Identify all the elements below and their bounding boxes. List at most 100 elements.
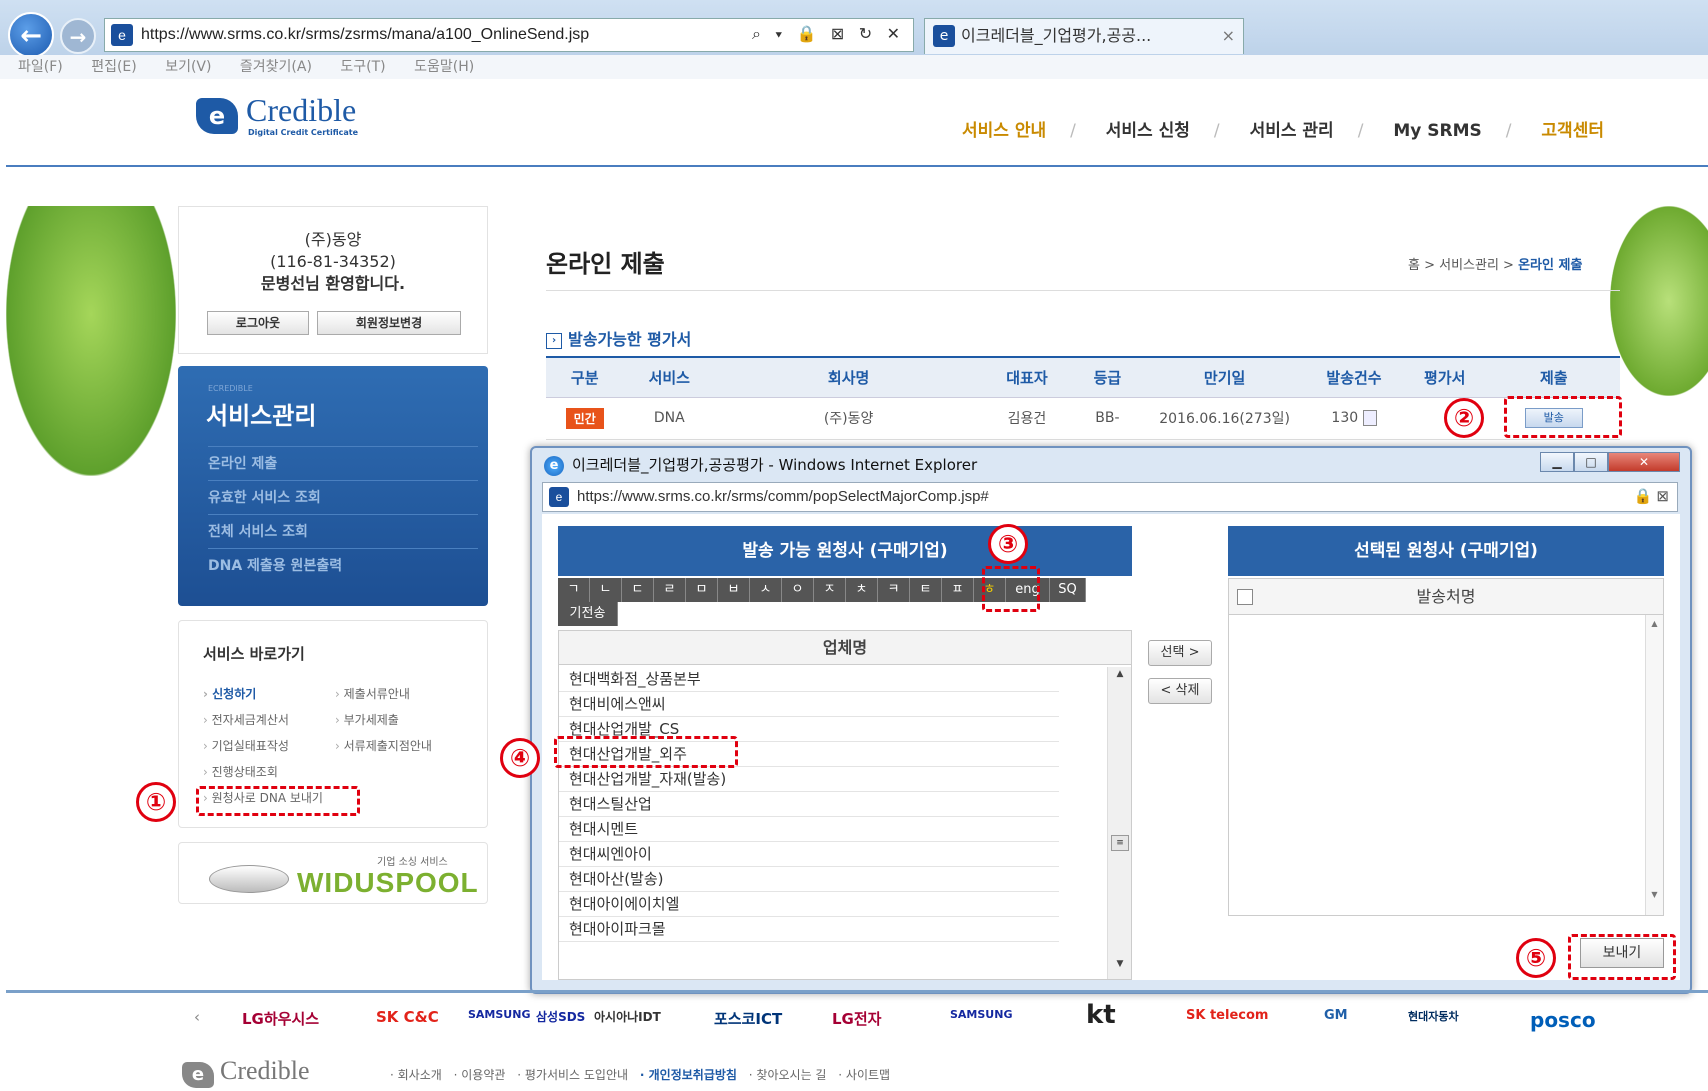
scroll-down-icon[interactable]: ▼ xyxy=(1108,959,1132,977)
filter-t[interactable]: ㅌ xyxy=(910,578,942,602)
minimize-icon[interactable]: ▁ xyxy=(1540,452,1574,472)
partner-logo[interactable]: SK telecom xyxy=(1186,1008,1268,1023)
filter-ch[interactable]: ㅊ xyxy=(846,578,878,602)
partner-logo[interactable]: LG하우시스 xyxy=(242,1008,319,1029)
selected-list: 발송처명 ▲ ▼ xyxy=(1228,578,1664,916)
col-grade: 등급 xyxy=(1071,356,1144,398)
sidebar-item-online-submit[interactable]: 온라인 제출 xyxy=(208,446,478,480)
filter-g[interactable]: ㄱ xyxy=(558,578,590,602)
quick-progress-link[interactable]: 진행상태조회 xyxy=(203,763,278,780)
footer-link-terms[interactable]: · 이용약관 xyxy=(454,1068,506,1082)
filter-k[interactable]: ㅋ xyxy=(878,578,910,602)
step-1-marker: ① xyxy=(136,782,176,822)
popup-window: e 이크레더블_기업평가,공공평가 - Windows Internet Exp… xyxy=(530,446,1692,994)
partner-logo[interactable]: 현대자동차 xyxy=(1408,1008,1459,1024)
list-scrollbar[interactable]: ▲ ≡ ▼ xyxy=(1107,667,1131,979)
list-item[interactable]: 현대시멘트 xyxy=(559,817,1059,842)
address-bar[interactable]: e https://www.srms.co.kr/srms/zsrms/mana… xyxy=(104,18,914,52)
popup-address-bar[interactable]: e https://www.srms.co.kr/srms/comm/popSe… xyxy=(542,482,1678,512)
nav-customer-center[interactable]: 고객센터 xyxy=(1541,121,1604,141)
list-item[interactable]: 현대아이파크몰 xyxy=(559,917,1059,942)
chevron-right-icon: › xyxy=(546,332,562,349)
cell-service: DNA xyxy=(623,397,716,440)
forward-icon[interactable]: → xyxy=(60,18,96,54)
edit-member-button[interactable]: 회원정보변경 xyxy=(317,311,461,335)
footer-link-about[interactable]: · 회사소개 xyxy=(390,1068,442,1082)
back-icon[interactable]: ← xyxy=(8,12,54,58)
address-tools[interactable]: ⌕ ▾ 🔒 ⊠ ↻ ✕ xyxy=(752,19,905,51)
partner-logo[interactable]: SK C&C xyxy=(376,1008,439,1026)
filter-j[interactable]: ㅈ xyxy=(814,578,846,602)
logout-button[interactable]: 로그아웃 xyxy=(207,311,309,335)
partner-logo[interactable]: GM xyxy=(1324,1008,1348,1023)
partner-logo[interactable]: kt xyxy=(1086,1000,1116,1030)
maximize-icon[interactable]: □ xyxy=(1574,452,1608,472)
filter-m[interactable]: ㅁ xyxy=(686,578,718,602)
filter-sent[interactable]: 기전송 xyxy=(558,602,618,626)
footer-link-directions[interactable]: · 찾아오시는 길 xyxy=(749,1068,827,1082)
footer-link-privacy[interactable]: · 개인정보취급방침 xyxy=(640,1068,737,1082)
menu-edit[interactable]: 편집(E) xyxy=(91,59,137,75)
nav-my-srms[interactable]: My SRMS xyxy=(1393,121,1481,141)
partners-prev-icon[interactable]: ‹ xyxy=(194,1008,200,1026)
highlight-send-dna xyxy=(196,786,360,816)
partner-logo[interactable]: SAMSUNG xyxy=(468,1008,530,1021)
partner-logo[interactable]: SAMSUNG xyxy=(950,1008,1012,1021)
sidebar-item-valid-services[interactable]: 유효한 서비스 조회 xyxy=(208,480,478,514)
breadcrumb-path[interactable]: 홈 > 서비스관리 > xyxy=(1408,258,1518,273)
filter-d[interactable]: ㄷ xyxy=(622,578,654,602)
quick-tax-invoice-link[interactable]: 전자세금계산서 xyxy=(203,711,289,728)
popup-favicon-icon: e xyxy=(549,487,569,507)
filter-r[interactable]: ㄹ xyxy=(654,578,686,602)
select-button[interactable]: 선택 > xyxy=(1148,640,1212,666)
document-icon[interactable] xyxy=(1362,410,1377,426)
close-icon[interactable]: ✕ xyxy=(1608,452,1680,472)
select-all-checkbox[interactable] xyxy=(1237,589,1253,605)
filter-s[interactable]: ㅅ xyxy=(750,578,782,602)
partner-logo[interactable]: 삼성SDS xyxy=(536,1008,585,1025)
menu-tools[interactable]: 도구(T) xyxy=(340,59,385,75)
footer-link-intro[interactable]: · 평가서비스 도입안내 xyxy=(517,1068,628,1082)
logo-subtitle: Digital Credit Certificate xyxy=(248,128,359,137)
filter-sq[interactable]: SQ xyxy=(1050,578,1086,602)
filter-n[interactable]: ㄴ xyxy=(590,578,622,602)
nav-service-info[interactable]: 서비스 안내 xyxy=(962,121,1046,141)
quick-company-status-link[interactable]: 기업실태표작성 xyxy=(203,737,289,754)
quick-apply-link[interactable]: 신청하기 xyxy=(203,685,256,702)
partner-logo[interactable]: posco xyxy=(1530,1008,1596,1032)
widuspool-banner[interactable]: 기업 소싱 서비스 WIDUSPOOL xyxy=(178,842,488,904)
delete-button[interactable]: < 삭제 xyxy=(1148,678,1212,704)
menu-file[interactable]: 파일(F) xyxy=(18,59,63,75)
menu-bar: 파일(F) 편집(E) 보기(V) 즐겨찾기(A) 도구(T) 도움말(H) xyxy=(0,55,1708,79)
popup-title: 이크레더블_기업평가,공공평가 - Windows Internet Explo… xyxy=(572,456,978,474)
list-item[interactable]: 현대백화점_상품본부 xyxy=(559,667,1059,692)
nav-service-manage[interactable]: 서비스 관리 xyxy=(1250,121,1334,141)
menu-favorites[interactable]: 즐겨찾기(A) xyxy=(240,59,312,75)
partner-logo[interactable]: 포스코ICT xyxy=(714,1008,782,1029)
filter-b[interactable]: ㅂ xyxy=(718,578,750,602)
scroll-up-icon[interactable]: ▲ xyxy=(1108,669,1132,687)
quick-vat-link[interactable]: 부가세제출 xyxy=(335,711,399,728)
list-item[interactable]: 현대비에스앤씨 xyxy=(559,692,1059,717)
menu-view[interactable]: 보기(V) xyxy=(165,59,211,75)
sidebar-item-dna-print[interactable]: DNA 제출용 원본출력 xyxy=(208,548,478,582)
footer-link-sitemap[interactable]: · 사이트맵 xyxy=(838,1068,890,1082)
selected-scrollbar[interactable]: ▲ ▼ xyxy=(1645,615,1663,915)
list-item[interactable]: 현대씨엔아이 xyxy=(559,842,1059,867)
menu-help[interactable]: 도움말(H) xyxy=(414,59,474,75)
quick-docs-link[interactable]: 제출서류안내 xyxy=(335,685,410,702)
partner-logo[interactable]: LG전자 xyxy=(832,1008,881,1029)
scroll-thumb[interactable]: ≡ xyxy=(1111,835,1129,851)
list-item[interactable]: 현대아이에이치엘 xyxy=(559,892,1059,917)
nav-service-apply[interactable]: 서비스 신청 xyxy=(1106,121,1190,141)
list-item[interactable]: 현대아산(발송) xyxy=(559,867,1059,892)
sidebar-item-all-services[interactable]: 전체 서비스 조회 xyxy=(208,514,478,548)
filter-p[interactable]: ㅍ xyxy=(942,578,974,602)
list-item[interactable]: 현대산업개발_자재(발송) xyxy=(559,767,1059,792)
partner-logo[interactable]: 아시아나IDT xyxy=(594,1008,661,1025)
browser-tab[interactable]: e 이크레더블_기업평가,공공... × xyxy=(924,18,1244,54)
filter-ng[interactable]: ㅇ xyxy=(782,578,814,602)
tab-close-icon[interactable]: × xyxy=(1222,19,1235,53)
list-item[interactable]: 현대스틸산업 xyxy=(559,792,1059,817)
quick-branch-link[interactable]: 서류제출지점안내 xyxy=(335,737,432,754)
